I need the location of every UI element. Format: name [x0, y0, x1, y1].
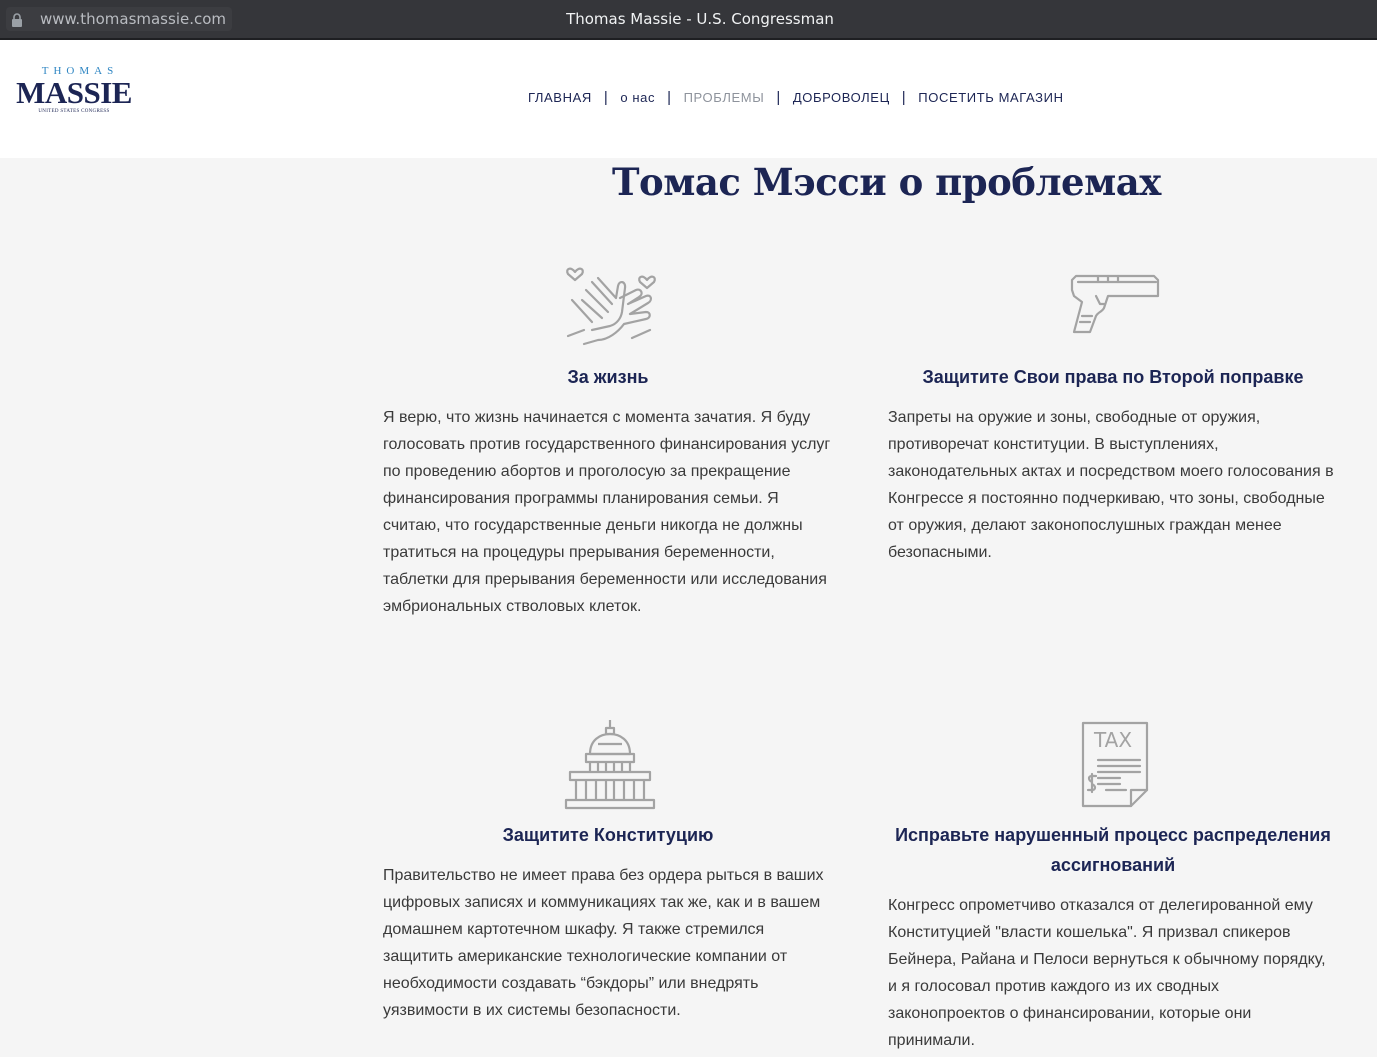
nav-about[interactable]: о нас: [620, 90, 655, 105]
nav-separator: |: [603, 89, 609, 106]
main-nav: ГЛАВНАЯ | о нас | ПРОБЛЕМЫ | ДОБРОВОЛЕЦ …: [528, 89, 1064, 106]
nav-home[interactable]: ГЛАВНАЯ: [528, 90, 592, 105]
nav-issues[interactable]: ПРОБЛЕМЫ: [684, 90, 765, 105]
browser-bar: www.thomasmassie.com Thomas Massie - U.S…: [0, 0, 1377, 38]
nav-volunteer[interactable]: ДОБРОВОЛЕЦ: [793, 90, 890, 105]
issue-card: Защитите Конституцию Правительство не им…: [383, 820, 833, 1024]
tax-document-icon: TAX: [1080, 720, 1150, 813]
logo-main-text: MASSIE: [16, 75, 132, 110]
logo-sub-text: UNITED STATES CONGRESS: [38, 109, 110, 114]
nav-separator: |: [776, 89, 781, 106]
nav-separator: |: [667, 89, 672, 106]
issue-body: Запреты на оружие и зоны, свободные от о…: [888, 409, 1334, 561]
issue-title: За жизнь: [567, 367, 649, 387]
issue-body: Конгресс опрометчиво отказался от делеги…: [888, 897, 1326, 1049]
issue-card: За жизнь Я верю, что жизнь начинается с …: [383, 362, 833, 620]
issue-title: Защитите Конституцию: [502, 825, 714, 845]
site-header: THOMAS MASSIE UNITED STATES CONGRESS ГЛА…: [0, 40, 1377, 158]
issue-title: Защитите Свои права по Второй поправке: [922, 367, 1304, 387]
nav-separator: |: [901, 89, 907, 106]
issue-body: Я верю, что жизнь начинается с момента з…: [383, 409, 831, 615]
issue-title: Исправьте нарушенный процесс распределен…: [895, 825, 1331, 875]
heart-hands-icon: [562, 260, 658, 357]
capitol-icon: [564, 718, 656, 815]
issue-card: Исправьте нарушенный процесс распределен…: [888, 820, 1338, 1054]
issue-card: Защитите Свои права по Второй поправке З…: [888, 362, 1338, 566]
window-title: Thomas Massie - U.S. Congressman: [566, 10, 834, 28]
issue-body: Правительство не имеет права без ордера …: [383, 867, 824, 1019]
handgun-icon: [1068, 272, 1162, 343]
site-logo[interactable]: THOMAS MASSIE UNITED STATES CONGRESS: [14, 65, 134, 117]
page-title: Томас Мэсси о проблемах: [612, 160, 1161, 204]
nav-shop[interactable]: ПОСЕТИТЬ МАГАЗИН: [918, 90, 1063, 105]
tax-icon-label: TAX: [1094, 728, 1133, 752]
